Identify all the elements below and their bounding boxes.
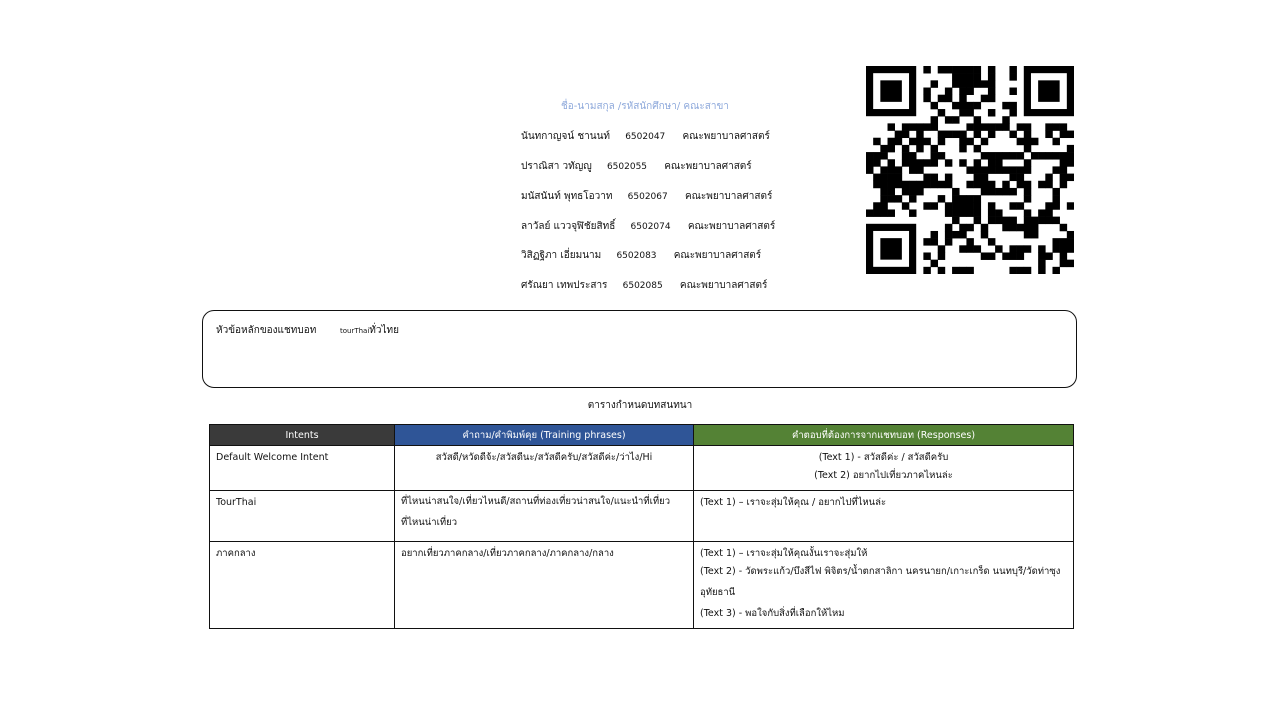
table-row: Default Welcome Intent สวัสดี/หวัดดีจ้ะ/… <box>209 445 1074 491</box>
member-name: ลาวัลย์ แววจุฬิชัยสิทธิ์ <box>521 221 616 232</box>
dialogue-table: Intents คำถาม/คำพิมพ์คุย (Training phras… <box>209 424 1074 629</box>
response-text: (Text 2) อยากไปเที่ยวภาคไหนล่ะ <box>814 470 953 481</box>
member-faculty: คณะพยาบาลศาสตร์ <box>673 250 762 261</box>
member-row: ศรัณยา เทพประสาร 6502085 คณะพยาบาลศาสตร์ <box>521 278 767 293</box>
header-responses: คำตอบที่ต้องการจากแชทบอท (Responses) <box>693 424 1074 446</box>
topic-value-prefix: tourThai <box>340 327 370 335</box>
intent-text: TourThai <box>216 497 257 508</box>
phrases-text: อยากเที่ยวภาคกลาง/เที่ยวภาคกลาง/ภาคกลาง/… <box>401 548 614 559</box>
phrases-cell: สวัสดี/หวัดดีจ้ะ/สวัสดีนะ/สวัสดีครับ/สวั… <box>394 445 694 491</box>
table-row: ภาคกลาง อยากเที่ยวภาคกลาง/เที่ยวภาคกลาง/… <box>209 541 1074 629</box>
intent-cell: TourThai <box>209 490 395 542</box>
member-name: วิสิฏฐิภา เอี่ยมนาม <box>521 250 602 261</box>
members-header: ชื่อ-นามสกุล /รหัสนักศึกษา/ คณะสาขา <box>561 101 729 112</box>
intent-cell: Default Welcome Intent <box>209 445 395 491</box>
member-name: มนัสนันท์ พุทธโอวาท <box>521 191 613 202</box>
topic-box: หัวข้อหลักของแชทบอท tourThaiทั่วไทย <box>202 310 1077 388</box>
intent-text: Default Welcome Intent <box>216 452 329 463</box>
member-row: มนัสนันท์ พุทธโอวาท 6502067 คณะพยาบาลศาส… <box>521 189 772 204</box>
member-faculty: คณะพยาบาลศาสตร์ <box>664 161 752 172</box>
member-faculty: คณะพยาบาลศาสตร์ <box>679 280 768 291</box>
member-row: วิสิฏฐิภา เอี่ยมนาม 6502083 คณะพยาบาลศาส… <box>521 248 761 263</box>
member-row: ปราณิสา วทัญญู 6502055 คณะพยาบาลศาสตร์ <box>521 159 752 174</box>
member-faculty: คณะพยาบาลศาสตร์ <box>682 131 770 142</box>
member-faculty: คณะพยาบาลศาสตร์ <box>687 221 776 232</box>
member-name: นันทกาญจน์ ชานนท์ <box>521 131 610 142</box>
table-title: ตารางกำหนดบทสนทนา <box>587 400 693 411</box>
qr-code-icon <box>866 66 1074 274</box>
response-text: (Text 1) – เราจะสุ่มให้คุณงั้นเราจะสุ่มใ… <box>700 548 868 559</box>
responses-cell: (Text 1) - สวัสดีค่ะ / สวัสดีครับ (Text … <box>693 445 1074 491</box>
member-id: 6502047 <box>625 132 666 142</box>
member-name: ปราณิสา วทัญญู <box>521 161 592 172</box>
member-faculty: คณะพยาบาลศาสตร์ <box>684 191 773 202</box>
member-row: นันทกาญจน์ ชานนท์ 6502047 คณะพยาบาลศาสตร… <box>521 129 770 144</box>
table-header-row: Intents คำถาม/คำพิมพ์คุย (Training phras… <box>209 424 1074 446</box>
topic-value: tourThaiทั่วไทย <box>340 323 399 338</box>
member-id: 6502067 <box>627 192 668 202</box>
member-id: 6502085 <box>622 281 663 291</box>
responses-cell: (Text 1) – เราจะสุ่มให้คุณงั้นเราจะสุ่มใ… <box>693 541 1074 629</box>
member-row: ลาวัลย์ แววจุฬิชัยสิทธิ์ 6502074 คณะพยาบ… <box>521 219 775 234</box>
phrases-text: สวัสดี/หวัดดีจ้ะ/สวัสดีนะ/สวัสดีครับ/สวั… <box>435 452 653 463</box>
intent-cell: ภาคกลาง <box>209 541 395 629</box>
response-text: (Text 2) - วัดพระแก้ว/บึงสีไฟ พิจิตร/น้ำ… <box>700 566 1061 598</box>
member-list: ชื่อ-นามสกุล /รหัสนักศึกษา/ คณะสาขา นันท… <box>0 0 1280 300</box>
responses-cell: (Text 1) – เราจะสุ่มให้คุณ / อยากไปที่ไห… <box>693 490 1074 542</box>
topic-value-text: ทั่วไทย <box>369 325 399 336</box>
phrases-text: ที่ไหนน่าสนใจ/เที่ยวไหนดี/สถานที่ท่องเที… <box>401 496 671 528</box>
intent-text: ภาคกลาง <box>216 548 256 559</box>
response-text: (Text 1) – เราจะสุ่มให้คุณ / อยากไปที่ไห… <box>700 497 887 508</box>
phrases-cell: อยากเที่ยวภาคกลาง/เที่ยวภาคกลาง/ภาคกลาง/… <box>394 541 694 629</box>
member-id: 6502074 <box>630 222 671 232</box>
header-intents: Intents <box>209 424 395 446</box>
header-phrases: คำถาม/คำพิมพ์คุย (Training phrases) <box>394 424 694 446</box>
member-name: ศรัณยา เทพประสาร <box>521 280 608 291</box>
topic-label: หัวข้อหลักของแชทบอท <box>216 325 317 336</box>
phrases-cell: ที่ไหนน่าสนใจ/เที่ยวไหนดี/สถานที่ท่องเที… <box>394 490 694 542</box>
table-row: TourThai ที่ไหนน่าสนใจ/เที่ยวไหนดี/สถานท… <box>209 490 1074 542</box>
member-id: 6502055 <box>606 162 648 172</box>
response-text: (Text 3) - พอใจกับสิ่งที่เลือกให้ไหม <box>700 608 845 619</box>
response-text: (Text 1) - สวัสดีค่ะ / สวัสดีครับ <box>818 452 949 463</box>
member-id: 6502083 <box>616 251 657 261</box>
